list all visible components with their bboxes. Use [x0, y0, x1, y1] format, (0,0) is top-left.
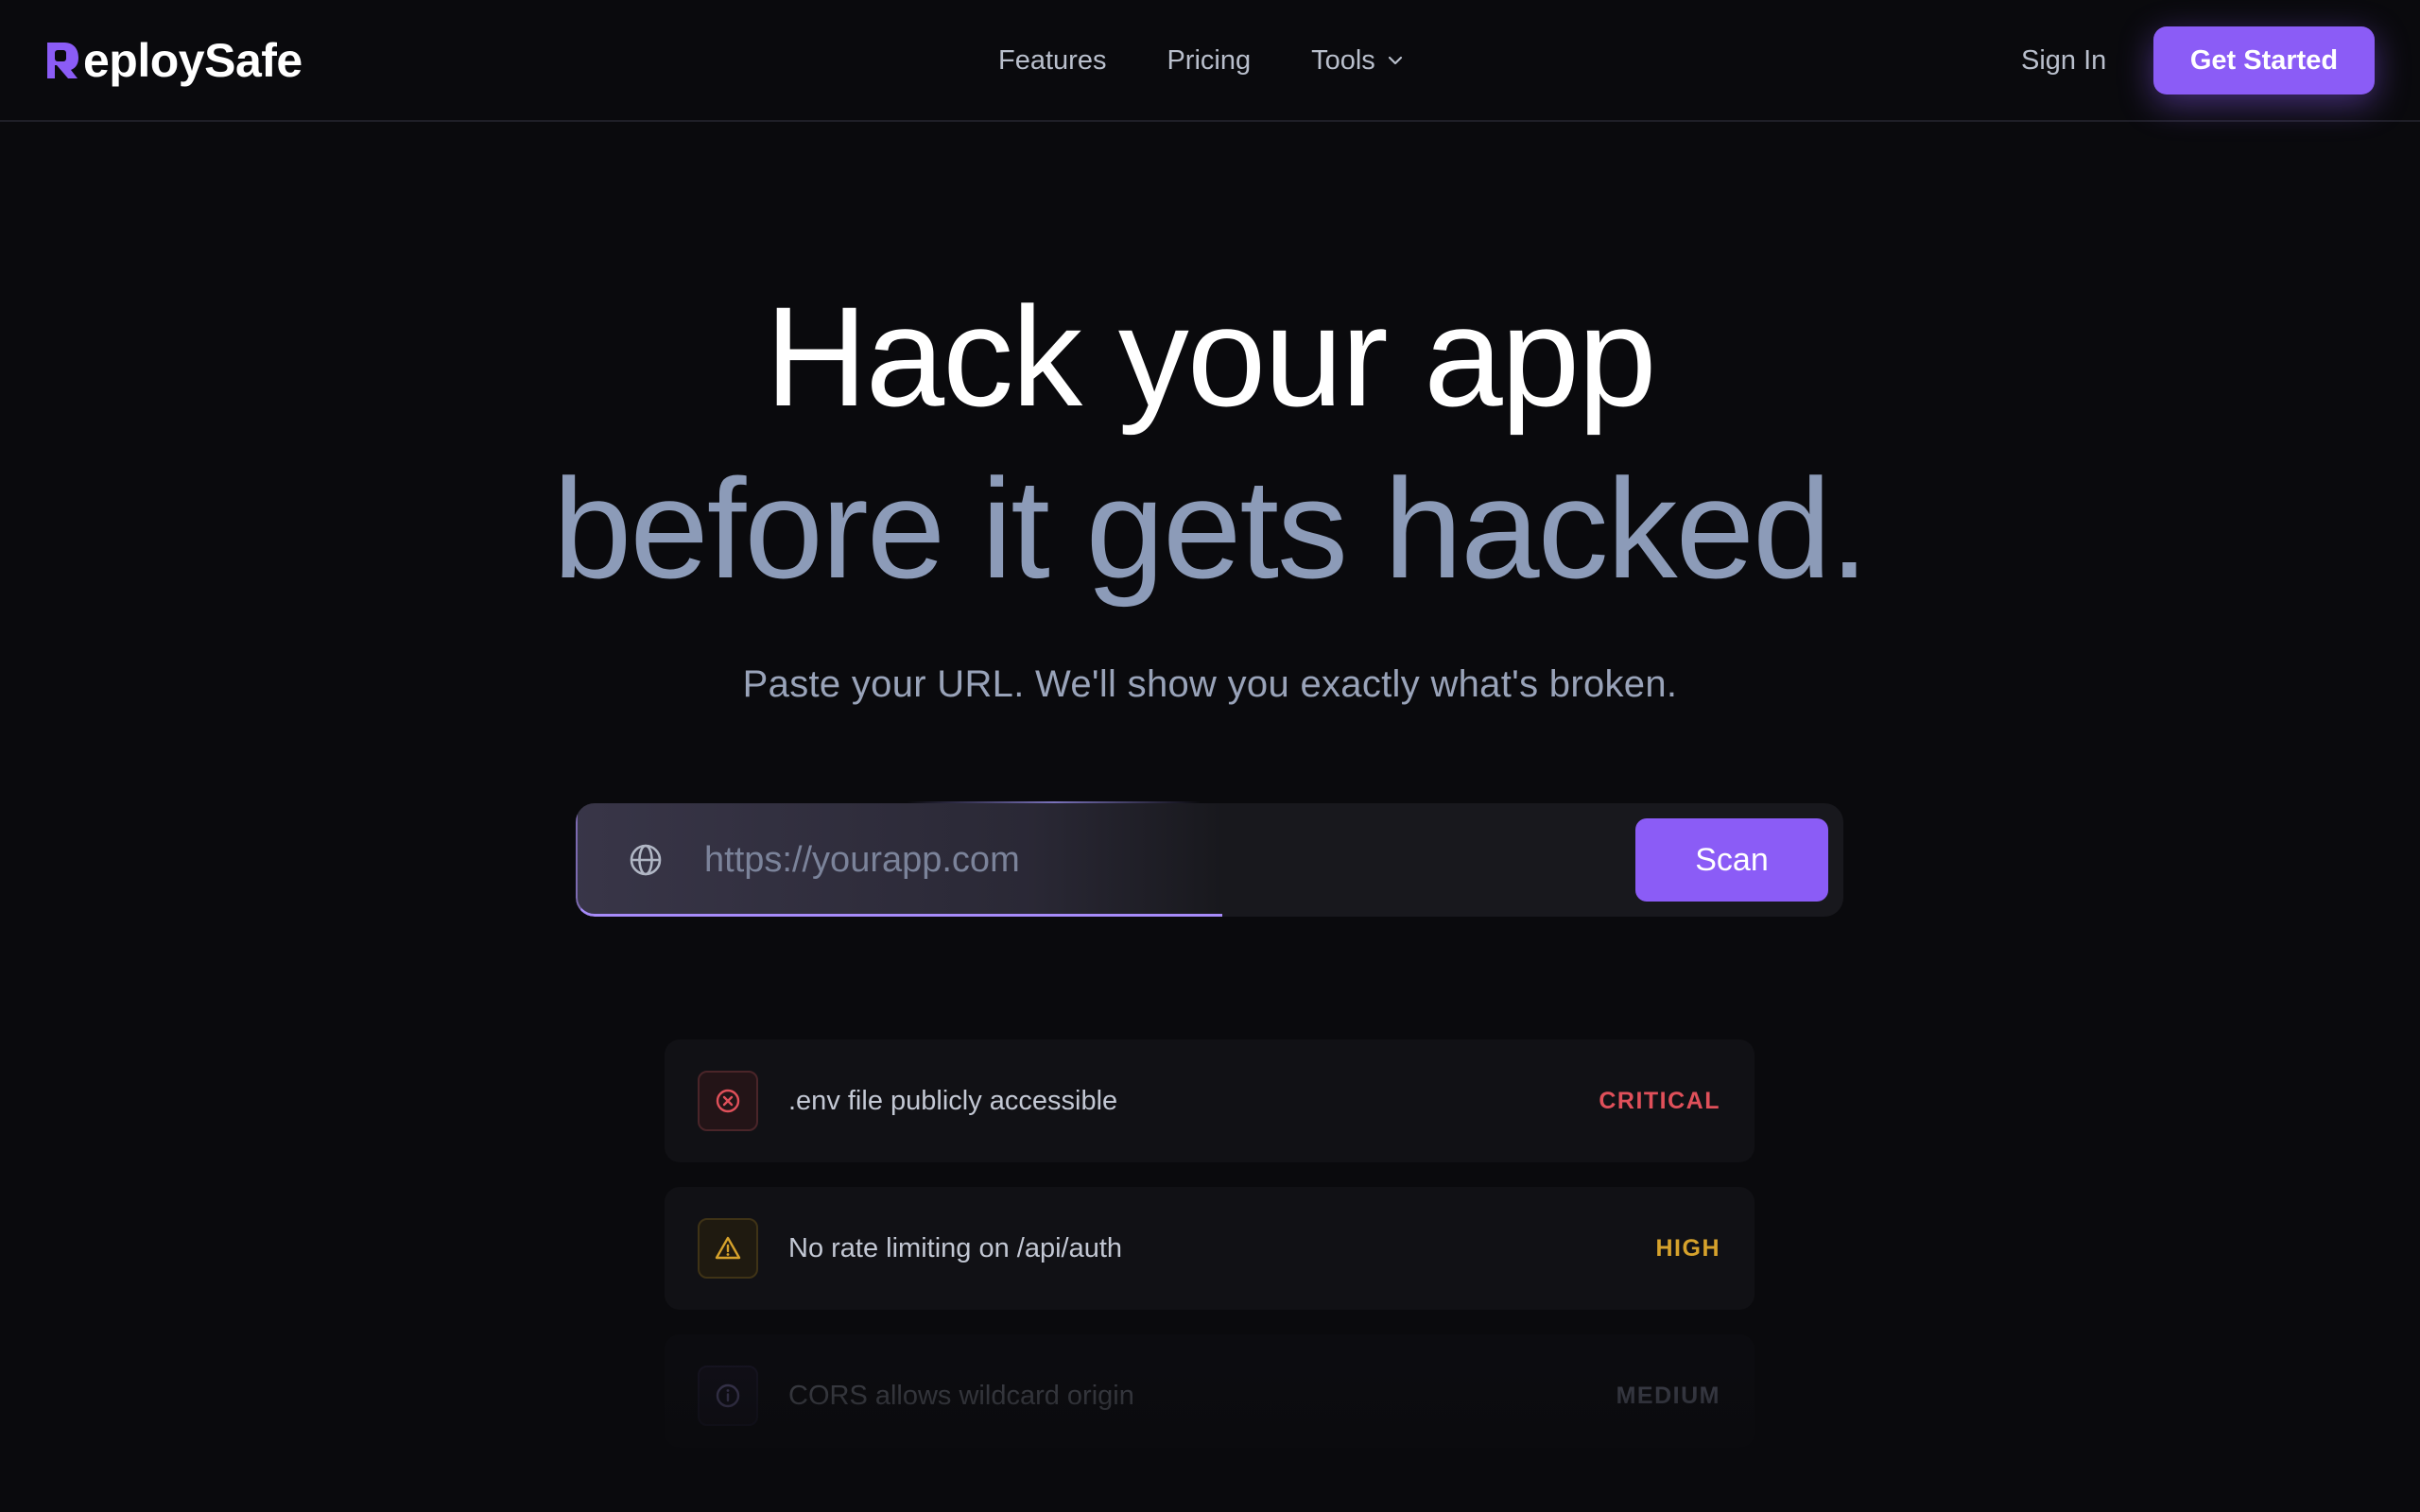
hero-headline-line1: Hack your app [765, 277, 1656, 436]
x-circle-icon [716, 1089, 740, 1113]
finding-item: CORS allows wildcard origin MEDIUM [665, 1334, 1754, 1448]
url-input[interactable] [704, 822, 1479, 898]
finding-title: CORS allows wildcard origin [788, 1381, 1134, 1411]
finding-icon-box [698, 1366, 758, 1426]
nav-link-pricing[interactable]: Pricing [1167, 38, 1251, 83]
finding-icon-box [698, 1071, 758, 1131]
warning-triangle-icon [715, 1236, 741, 1260]
nav-links: Features Pricing Tools [998, 38, 1404, 83]
finding-title: No rate limiting on /api/auth [788, 1233, 1123, 1263]
severity-badge: MEDIUM [1616, 1383, 1720, 1409]
landing-page: eploySafe Features Pricing Tools Sign In… [0, 0, 2420, 1512]
get-started-button[interactable]: Get Started [2153, 26, 2375, 94]
scan-button[interactable]: Scan [1635, 818, 1828, 902]
top-navbar: eploySafe Features Pricing Tools Sign In… [0, 0, 2420, 122]
scan-form: Scan [576, 803, 1843, 917]
nav-link-features[interactable]: Features [998, 38, 1106, 83]
hero-headline-line2: before it gets hacked. [552, 449, 1869, 608]
nav-link-label: Tools [1311, 45, 1375, 76]
sign-in-link[interactable]: Sign In [2021, 38, 2106, 83]
finding-item: No rate limiting on /api/auth HIGH [665, 1187, 1754, 1310]
brand-logo[interactable]: eploySafe [43, 32, 302, 89]
nav-link-label: Features [998, 45, 1107, 76]
severity-badge: HIGH [1655, 1235, 1720, 1262]
hero-subtitle: Paste your URL. We'll show you exactly w… [742, 663, 1678, 705]
severity-badge: CRITICAL [1599, 1088, 1720, 1114]
chevron-down-icon [1388, 56, 1402, 65]
globe-icon [630, 844, 662, 876]
finding-icon-box [698, 1218, 758, 1279]
finding-title: .env file publicly accessible [788, 1086, 1118, 1116]
finding-item: .env file publicly accessible CRITICAL [665, 1040, 1754, 1162]
nav-link-label: Pricing [1167, 45, 1252, 76]
logo-mark-icon [47, 43, 78, 78]
nav-link-tools[interactable]: Tools [1311, 38, 1404, 83]
info-circle-icon [716, 1383, 740, 1408]
brand-name: eploySafe [83, 34, 302, 87]
